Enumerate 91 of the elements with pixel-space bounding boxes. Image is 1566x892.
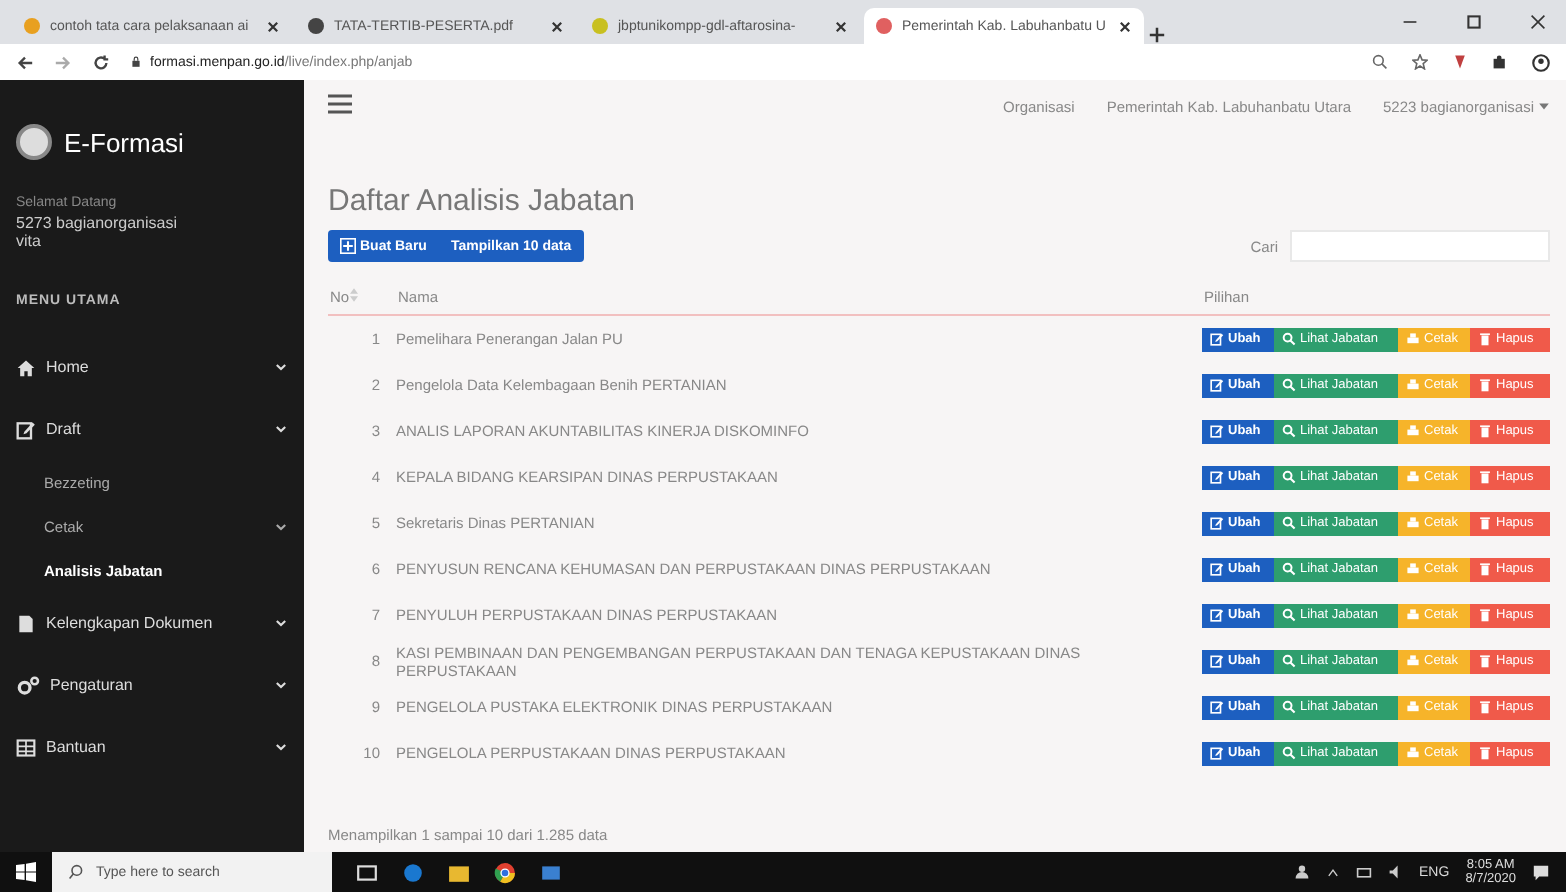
printer-icon xyxy=(1406,746,1420,760)
reload-icon xyxy=(92,53,110,71)
close-icon xyxy=(834,19,848,33)
windows-icon xyxy=(16,862,36,882)
edit-icon xyxy=(16,419,36,439)
sidebar-item[interactable]: Kelengkapan Dokumen xyxy=(0,592,304,654)
edit-icon xyxy=(1210,608,1224,622)
trash-icon xyxy=(1478,746,1492,760)
close-icon xyxy=(1530,14,1546,30)
sidebar-item[interactable]: Pengaturan xyxy=(0,654,304,716)
logo-icon xyxy=(16,124,52,160)
user-subtitle: vita xyxy=(14,232,43,250)
edit-icon xyxy=(1210,378,1224,392)
chevron-icon xyxy=(274,678,288,692)
sidebar-item[interactable]: Bantuan xyxy=(0,716,304,778)
star-icon xyxy=(1412,53,1428,69)
search-icon xyxy=(68,864,84,880)
chevron-icon xyxy=(274,616,288,630)
printer-icon xyxy=(1406,562,1420,576)
people-icon xyxy=(1293,864,1310,880)
search-icon xyxy=(1282,562,1296,576)
extension-icon xyxy=(1452,53,1468,69)
close-icon xyxy=(550,19,564,33)
edit-icon xyxy=(1210,470,1224,484)
maximize-icon xyxy=(1466,14,1482,30)
trash-icon xyxy=(1478,332,1492,346)
sidebar-item[interactable]: Home xyxy=(0,336,304,398)
search-icon xyxy=(1282,332,1296,346)
trash-icon xyxy=(1478,562,1492,576)
trash-icon xyxy=(1478,608,1492,622)
sidebar-item[interactable]: Draft xyxy=(0,398,304,460)
menu-icon xyxy=(328,94,352,114)
edit-icon xyxy=(1210,332,1224,346)
trash-icon xyxy=(1478,516,1492,530)
edit-icon xyxy=(1210,746,1224,760)
search-icon xyxy=(1282,378,1296,392)
trash-icon xyxy=(1478,470,1492,484)
gears-icon xyxy=(16,675,40,695)
chevron-icon xyxy=(274,519,288,533)
printer-icon xyxy=(1406,700,1420,714)
printer-icon xyxy=(1406,470,1420,484)
search-icon xyxy=(1282,654,1296,668)
printer-icon xyxy=(1406,516,1420,530)
speaker-icon xyxy=(1387,864,1404,880)
favicon-icon xyxy=(876,18,892,34)
menu-button[interactable] xyxy=(328,94,352,118)
zoom-icon xyxy=(1372,53,1388,69)
printer-icon xyxy=(1406,654,1420,668)
printer-icon xyxy=(1406,378,1420,392)
printer-icon xyxy=(1406,424,1420,438)
trash-icon xyxy=(1478,654,1492,668)
brand-name: E-Formasi xyxy=(64,127,184,157)
favicon-icon xyxy=(592,18,608,34)
trash-icon xyxy=(1478,700,1492,714)
trash-icon xyxy=(1478,378,1492,392)
favicon-icon xyxy=(308,18,324,34)
plus-square-icon xyxy=(340,238,356,254)
chevron-icon xyxy=(274,740,288,754)
new-tab-icon xyxy=(1148,26,1166,44)
caret-up-icon xyxy=(1325,865,1340,879)
chevron-icon xyxy=(274,422,288,436)
edit-icon xyxy=(1210,562,1224,576)
grid-icon xyxy=(16,737,36,757)
chevron-icon xyxy=(274,360,288,374)
favicon-icon xyxy=(24,18,40,34)
printer-icon xyxy=(1406,332,1420,346)
close-icon xyxy=(266,19,280,33)
sort-icon xyxy=(349,287,358,301)
edit-icon xyxy=(1210,654,1224,668)
printer-icon xyxy=(1406,608,1420,622)
caret-icon xyxy=(1538,100,1550,112)
back-icon xyxy=(16,53,34,71)
page-title: Daftar Analisis Jabatan xyxy=(328,184,637,218)
trash-icon xyxy=(1478,424,1492,438)
profile-icon xyxy=(1532,53,1550,71)
edit-icon xyxy=(1210,424,1224,438)
search-icon xyxy=(1282,608,1296,622)
search-icon xyxy=(1282,700,1296,714)
edit-icon xyxy=(1210,516,1224,530)
lock-icon xyxy=(130,56,142,68)
house-icon xyxy=(16,357,36,377)
user-name: 5273 bagianorganisasi xyxy=(14,212,180,232)
search-icon xyxy=(1282,746,1296,760)
close-icon xyxy=(1118,19,1132,33)
search-icon xyxy=(1282,516,1296,530)
document-icon xyxy=(16,613,36,633)
search-icon xyxy=(1282,424,1296,438)
forward-icon xyxy=(54,53,72,71)
search-icon xyxy=(1282,470,1296,484)
edit-icon xyxy=(1210,700,1224,714)
notification-icon xyxy=(1532,863,1550,881)
